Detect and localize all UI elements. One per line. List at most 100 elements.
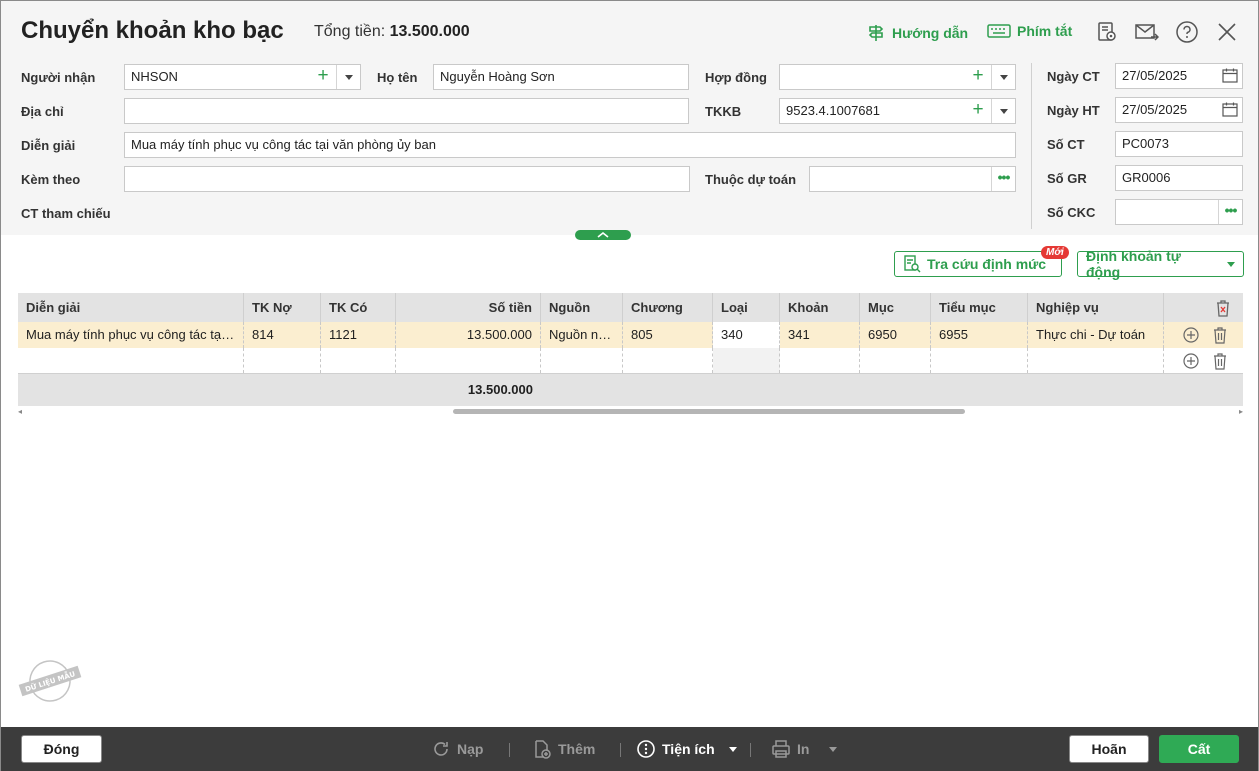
budget-field[interactable]: ••• bbox=[809, 166, 1016, 192]
horizontal-scrollbar[interactable]: ◂ ▸ bbox=[18, 407, 1243, 416]
table-cell[interactable]: 6955 bbox=[931, 322, 1028, 348]
delete-all-icon[interactable] bbox=[1214, 299, 1232, 317]
close-button[interactable]: Đóng bbox=[21, 735, 102, 763]
printer-icon bbox=[772, 740, 790, 758]
add-contract-icon[interactable]: + bbox=[967, 65, 989, 89]
tkkb-field[interactable]: 9523.4.1007681 + bbox=[779, 98, 1016, 124]
recipient-dropdown-icon[interactable] bbox=[336, 65, 360, 89]
table-cell[interactable] bbox=[860, 348, 931, 373]
table-cell[interactable] bbox=[931, 348, 1028, 373]
save-button[interactable]: Cất bbox=[1159, 735, 1239, 763]
table-cell[interactable] bbox=[396, 348, 541, 373]
help-icon[interactable] bbox=[1175, 20, 1199, 44]
add-row-icon[interactable] bbox=[1182, 352, 1200, 370]
column-header[interactable]: Loại bbox=[713, 293, 780, 322]
collapse-header-button[interactable] bbox=[575, 230, 631, 240]
table-total-row: 13.500.000 bbox=[18, 374, 1243, 406]
table-cell[interactable]: 341 bbox=[780, 322, 860, 348]
scroll-left-icon[interactable]: ◂ bbox=[18, 407, 22, 416]
panel-divider bbox=[1031, 63, 1032, 229]
contract-field[interactable]: + bbox=[779, 64, 1016, 90]
column-header[interactable]: Khoản bbox=[780, 293, 860, 322]
column-header[interactable]: TK Nợ bbox=[244, 293, 321, 322]
recipient-field[interactable]: NHSON + bbox=[124, 64, 361, 90]
chevron-down-icon[interactable] bbox=[1227, 261, 1235, 267]
table-cell[interactable] bbox=[321, 348, 396, 373]
trash-icon[interactable] bbox=[1211, 352, 1229, 370]
add-button[interactable]: Thêm bbox=[532, 739, 595, 759]
doc-date-label: Ngày CT bbox=[1047, 69, 1100, 84]
table-cell[interactable]: 814 bbox=[244, 322, 321, 348]
auto-posting-button[interactable]: Định khoản tự động bbox=[1077, 248, 1244, 280]
doc-number-field[interactable]: PC0073 bbox=[1115, 131, 1243, 157]
column-header[interactable]: Chương bbox=[623, 293, 713, 322]
doc-date-field[interactable]: 27/05/2025 bbox=[1115, 63, 1243, 89]
table-cell[interactable] bbox=[541, 348, 623, 373]
reload-label: Nạp bbox=[457, 741, 484, 757]
description-field[interactable]: Mua máy tính phục vụ công tác tại văn ph… bbox=[124, 132, 1016, 158]
attachment-field[interactable] bbox=[124, 166, 690, 192]
add-row-icon[interactable] bbox=[1182, 326, 1200, 344]
guide-link[interactable]: Hướng dẫn bbox=[866, 23, 968, 43]
print-button[interactable]: In bbox=[771, 739, 838, 759]
contract-dropdown-icon[interactable] bbox=[991, 65, 1015, 89]
column-header[interactable]: Diễn giải bbox=[18, 293, 244, 322]
table-cell[interactable]: 805 bbox=[623, 322, 713, 348]
table-cell[interactable]: Nguồn ngân sách bbox=[541, 322, 623, 348]
column-header[interactable]: Nguồn bbox=[541, 293, 623, 322]
shortcut-label: Phím tắt bbox=[1017, 23, 1073, 39]
table-row[interactable]: Mua máy tính phục vụ công tác tại văn ph… bbox=[18, 322, 1243, 348]
tkkb-dropdown-icon[interactable] bbox=[991, 99, 1015, 123]
lookup-norm-button[interactable]: Tra cứu định mức bbox=[894, 251, 1062, 277]
table-cell[interactable] bbox=[244, 348, 321, 373]
table-cell[interactable]: Thực chi - Dự toán bbox=[1028, 322, 1164, 348]
post-date-field[interactable]: 27/05/2025 bbox=[1115, 97, 1243, 123]
gr-number-field[interactable]: GR0006 bbox=[1115, 165, 1243, 191]
contract-label: Hợp đồng bbox=[705, 70, 767, 85]
table-cell[interactable] bbox=[18, 348, 244, 373]
column-header[interactable]: TK Có bbox=[321, 293, 396, 322]
table-cell[interactable]: 1121 bbox=[321, 322, 396, 348]
fullname-label: Họ tên bbox=[377, 70, 418, 85]
table-cell[interactable]: 6950 bbox=[860, 322, 931, 348]
column-header[interactable]: Số tiền bbox=[396, 293, 541, 322]
calendar-icon[interactable] bbox=[1222, 102, 1238, 117]
signpost-icon bbox=[868, 25, 884, 41]
ckc-number-field[interactable]: ••• bbox=[1115, 199, 1243, 225]
reload-button[interactable]: Nạp bbox=[431, 739, 483, 759]
budget-more-icon[interactable]: ••• bbox=[991, 167, 1015, 191]
add-recipient-icon[interactable]: + bbox=[312, 65, 334, 89]
total-amount: Tổng tiền: 13.500.000 bbox=[314, 23, 470, 41]
table-cell[interactable] bbox=[623, 348, 713, 373]
attachment-label: Kèm theo bbox=[21, 172, 81, 187]
column-header[interactable]: Nghiệp vụ bbox=[1028, 293, 1164, 322]
scrollbar-thumb[interactable] bbox=[453, 409, 965, 414]
column-header[interactable]: Tiểu mục bbox=[931, 293, 1028, 322]
column-header[interactable]: Mục bbox=[860, 293, 931, 322]
scroll-right-icon[interactable]: ▸ bbox=[1239, 407, 1243, 416]
table-cell[interactable] bbox=[1028, 348, 1164, 373]
address-field[interactable] bbox=[124, 98, 689, 124]
view-icon[interactable] bbox=[1095, 20, 1119, 44]
add-tkkb-icon[interactable]: + bbox=[967, 99, 989, 123]
table-row[interactable] bbox=[18, 348, 1243, 374]
tkkb-label: TKKB bbox=[705, 104, 742, 119]
ckc-more-icon[interactable]: ••• bbox=[1218, 200, 1242, 224]
fullname-field[interactable]: Nguyễn Hoàng Sơn bbox=[433, 64, 689, 90]
gr-number-label: Số GR bbox=[1047, 171, 1087, 186]
calendar-icon[interactable] bbox=[1222, 68, 1238, 83]
table-cell[interactable]: Mua máy tính phục vụ công tác tại văn ph… bbox=[18, 322, 244, 348]
description-label: Diễn giải bbox=[21, 138, 76, 153]
close-icon[interactable] bbox=[1215, 20, 1239, 44]
table-cell[interactable] bbox=[780, 348, 860, 373]
defer-button[interactable]: Hoãn bbox=[1069, 735, 1149, 763]
table-cell[interactable] bbox=[713, 348, 780, 373]
table-cell[interactable]: 13.500.000 bbox=[396, 322, 541, 348]
shortcut-link[interactable]: Phím tắt bbox=[987, 23, 1072, 39]
mail-icon[interactable] bbox=[1135, 20, 1159, 44]
post-date-value: 27/05/2025 bbox=[1122, 102, 1188, 117]
utility-button[interactable]: Tiện ích bbox=[636, 739, 737, 759]
footer-toolbar: Đóng Nạp Thêm Tiện ích In Hoãn Cất bbox=[1, 727, 1258, 771]
table-cell[interactable]: 340 bbox=[713, 322, 780, 348]
trash-icon[interactable] bbox=[1211, 326, 1229, 344]
